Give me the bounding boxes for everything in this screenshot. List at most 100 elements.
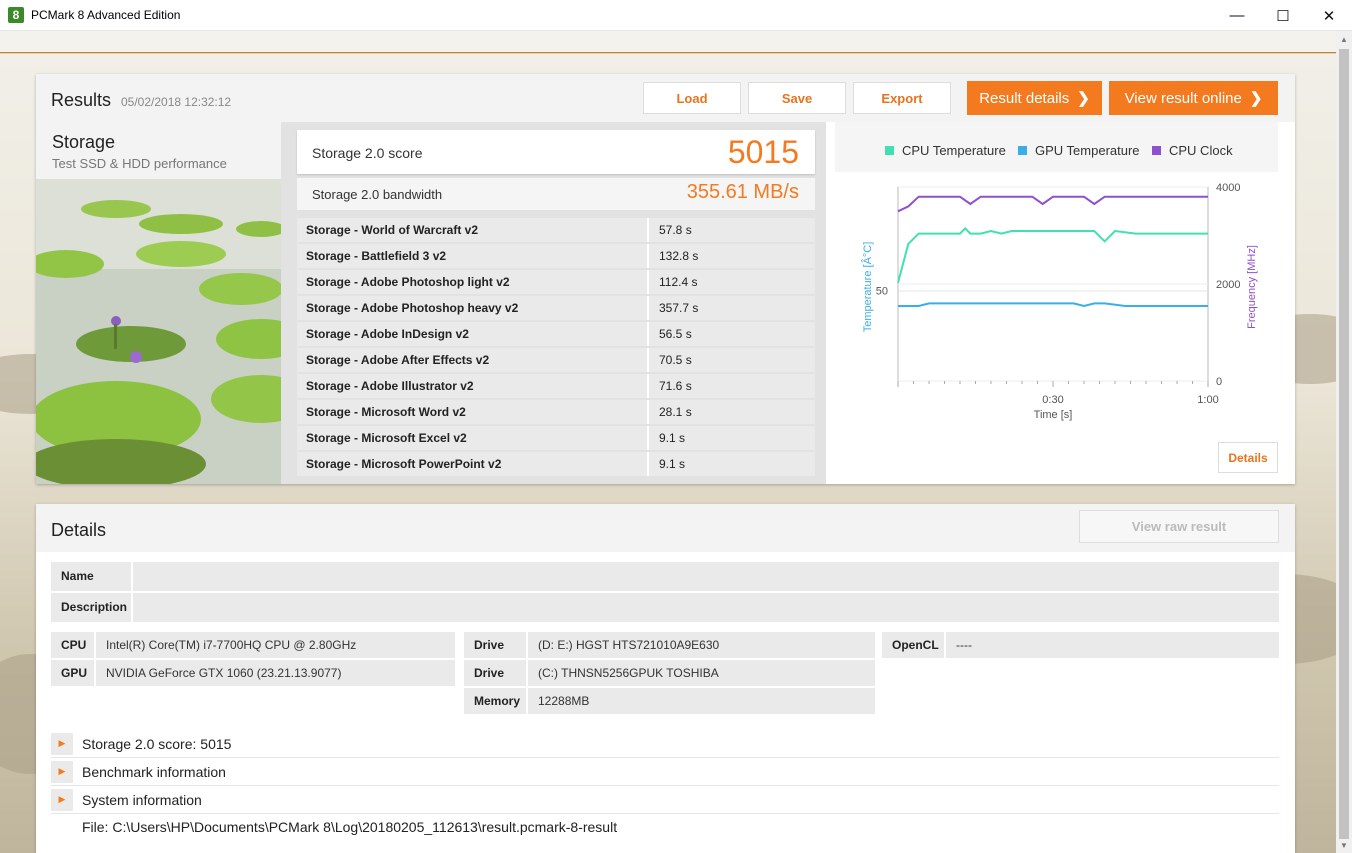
triangle-right-icon: ▶ (51, 732, 73, 755)
benchmark-subtitle: Test SSD & HDD performance (52, 156, 227, 171)
test-value: 57.8 s (649, 218, 815, 242)
opencl-row: OpenCL ---- (882, 632, 1279, 658)
details-panel: Details View raw result Name Description… (36, 504, 1295, 853)
opencl-value: ---- (946, 632, 1279, 658)
series-line-cpu-clock (897, 195, 1208, 213)
score-box: Storage 2.0 score 5015 (297, 130, 815, 174)
table-row: Storage - Adobe Photoshop light v2 112.4 … (297, 270, 815, 296)
bandwidth-value: 355.61 MB/s (686, 181, 799, 203)
legend-item-cpu-clock: CPU Clock (1152, 143, 1233, 158)
y-axis-right-label: Frequency [MHz] (1246, 245, 1258, 329)
table-row: Storage - Battlefield 3 v2 132.8 s (297, 244, 815, 270)
opencl-label: OpenCL (882, 632, 946, 658)
chevron-right-icon: ❯ (1249, 90, 1263, 107)
save-button[interactable]: Save (748, 82, 846, 114)
view-raw-result-button[interactable]: View raw result (1079, 510, 1279, 543)
legend-swatch (1018, 146, 1027, 155)
expander-benchmark-information[interactable]: ▶ Benchmark information (51, 758, 1279, 786)
legend-swatch (1152, 146, 1161, 155)
bandwidth-label: Storage 2.0 bandwidth (312, 187, 443, 202)
result-details-button[interactable]: Result details ❯ (967, 81, 1102, 115)
drive-label: Drive (464, 660, 528, 686)
test-name: Storage - World of Warcraft v2 (297, 218, 649, 242)
expander-system-information[interactable]: ▶ System information (51, 786, 1279, 814)
expander-score[interactable]: ▶ Storage 2.0 score: 5015 (51, 730, 1279, 758)
legend-item-gpu-temperature: GPU Temperature (1018, 143, 1140, 158)
table-row: Storage - Adobe InDesign v2 56.5 s (297, 322, 815, 348)
test-name: Storage - Microsoft Word v2 (297, 400, 649, 424)
test-value: 9.1 s (649, 452, 815, 476)
chart-legend: CPU Temperature GPU Temperature CPU Cloc… (835, 122, 1278, 172)
results-header: Results 05/02/2018 12:32:12 Load Save Ex… (36, 74, 1295, 122)
header-band (0, 31, 1336, 53)
load-button[interactable]: Load (643, 82, 741, 114)
memory-label: Memory (464, 688, 528, 714)
table-row: Storage - Adobe Photoshop heavy v2 357.7 … (297, 296, 815, 322)
legend-label: CPU Temperature (902, 143, 1006, 158)
result-file-path: File: C:\Users\HP\Documents\PCMark 8\Log… (82, 819, 618, 835)
details-header: Details View raw result (36, 504, 1295, 552)
test-value: 9.1 s (649, 426, 815, 450)
name-field-row: Name (51, 562, 1279, 591)
scroll-thumb[interactable] (1339, 49, 1349, 839)
gpu-value: NVIDIA GeForce GTX 1060 (23.21.13.9077) (96, 660, 455, 686)
memory-row: Memory 12288MB (464, 688, 875, 714)
legend-label: CPU Clock (1169, 143, 1233, 158)
view-result-online-button[interactable]: View result online ❯ (1109, 81, 1278, 115)
chevron-right-icon: ❯ (1077, 90, 1090, 107)
drive-value: (D: E:) HGST HTS721010A9E630 (528, 632, 875, 658)
drive-row-1: Drive (D: E:) HGST HTS721010A9E630 (464, 632, 875, 658)
expander-label: Benchmark information (82, 763, 226, 780)
table-row: Storage - Microsoft Excel v2 9.1 s (297, 426, 815, 452)
test-value: 71.6 s (649, 374, 815, 398)
test-value: 70.5 s (649, 348, 815, 372)
description-value[interactable] (133, 593, 1279, 622)
series-line-gpu-temperature (898, 302, 1208, 308)
test-value: 357.7 s (649, 296, 815, 320)
details-title: Details (51, 520, 107, 540)
close-button[interactable]: ✕ (1306, 0, 1352, 31)
triangle-right-icon: ▶ (51, 788, 73, 811)
test-value: 56.5 s (649, 322, 815, 346)
y-axis-left-label: Temperature [Â°C] (861, 242, 874, 333)
name-value[interactable] (133, 562, 1279, 591)
view-result-online-label: View result online (1124, 89, 1242, 107)
description-field-row: Description (51, 593, 1279, 622)
export-button[interactable]: Export (853, 82, 951, 114)
legend-label: GPU Temperature (1035, 143, 1140, 158)
table-row: Storage - Adobe Illustrator v2 71.6 s (297, 374, 815, 400)
gpu-label: GPU (51, 660, 96, 686)
benchmark-name: Storage (52, 132, 116, 152)
score-value: 5015 (727, 134, 799, 170)
benchmark-info: Storage Test SSD & HDD performance (36, 122, 281, 484)
table-row: Storage - Microsoft Word v2 28.1 s (297, 400, 815, 426)
drive-label: Drive (464, 632, 528, 658)
vertical-scrollbar[interactable]: ▲ ▼ (1336, 31, 1352, 853)
cpu-value: Intel(R) Core(TM) i7-7700HQ CPU @ 2.80GH… (96, 632, 455, 658)
chart-details-button[interactable]: Details (1218, 442, 1278, 473)
minimize-button[interactable]: — (1214, 0, 1260, 31)
water-lily-image (36, 179, 281, 484)
table-row: Storage - Adobe After Effects v2 70.5 s (297, 348, 815, 374)
maximize-button[interactable]: ☐ (1260, 0, 1306, 31)
test-name: Storage - Battlefield 3 v2 (297, 244, 649, 268)
legend-swatch (885, 146, 894, 155)
legend-item-cpu-temperature: CPU Temperature (885, 143, 1006, 158)
drive-value: (C:) THNSN5256GPUK TOSHIBA (528, 660, 875, 686)
x-axis-label: Time [s] (1034, 409, 1073, 421)
window-controls: — ☐ ✕ (1214, 0, 1352, 31)
y-right-tick-label: 2000 (1216, 279, 1240, 291)
results-title: Results (51, 90, 112, 110)
scroll-up-arrow-icon[interactable]: ▲ (1336, 31, 1352, 47)
scroll-down-arrow-icon[interactable]: ▼ (1336, 837, 1352, 853)
y-left-tick-label: 50 (876, 285, 888, 297)
expander-label: Storage 2.0 score: 5015 (82, 735, 232, 752)
y-right-tick-label: 0 (1216, 376, 1222, 388)
bandwidth-box: Storage 2.0 bandwidth 355.61 MB/s (297, 178, 815, 210)
result-details-label: Result details (979, 89, 1070, 107)
test-value: 112.4 s (649, 270, 815, 294)
pcmark-app-icon (8, 7, 24, 23)
results-panel: Results 05/02/2018 12:32:12 Load Save Ex… (36, 74, 1295, 484)
test-value: 28.1 s (649, 400, 815, 424)
test-name: Storage - Adobe Illustrator v2 (297, 374, 649, 398)
